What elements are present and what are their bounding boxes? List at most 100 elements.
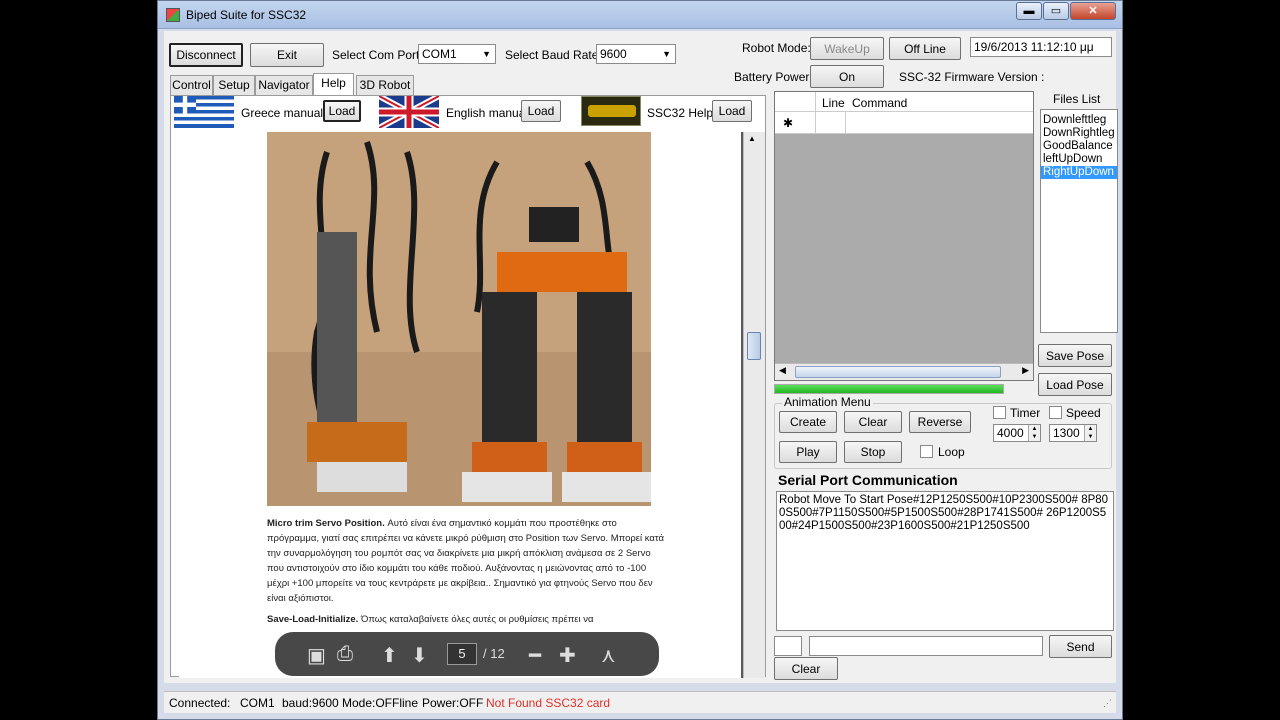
greece-manual-load-button[interactable]: Load (323, 100, 361, 122)
app-window: Biped Suite for SSC32 ▬ ▭ ✕ Disconnect E… (157, 0, 1123, 720)
status-error: Not Found SSC32 card (486, 696, 611, 710)
ssc32-logo-icon (581, 96, 641, 126)
resize-grip-icon[interactable]: ⋰ (1103, 698, 1112, 709)
grid-hscrollbar[interactable]: ◀ ▶ (775, 363, 1033, 380)
exit-button[interactable]: Exit (250, 43, 324, 67)
save-pose-button[interactable]: Save Pose (1038, 344, 1112, 367)
english-manual-load-button[interactable]: Load (521, 100, 561, 122)
files-list-label: Files List (1053, 92, 1101, 106)
grid-new-row[interactable]: ✱ (775, 112, 1033, 134)
offline-button[interactable]: Off Line (889, 37, 961, 60)
zoom-out-icon[interactable]: ━ (529, 643, 541, 668)
scroll-right-icon[interactable]: ▶ (1022, 365, 1029, 376)
battery-on-button[interactable]: On (810, 65, 884, 88)
serial-channel-input[interactable] (774, 636, 802, 656)
serial-log[interactable]: Robot Move To Start Pose#12P1250S500#10P… (776, 491, 1114, 631)
command-grid[interactable]: Line Command ✱ ◀ ▶ (774, 91, 1034, 381)
status-bar: Connected: COM1 baud:9600 Mode:OFFline P… (164, 691, 1116, 713)
save-icon[interactable]: ▣ (307, 643, 326, 668)
pdf-scrollbar[interactable]: ▲ (743, 132, 765, 678)
timer-checkbox[interactable] (993, 406, 1006, 419)
battery-power-label: Battery Power: (734, 70, 813, 84)
status-port: COM1 (240, 696, 275, 710)
doc-paragraph-micro-trim: Αυτό είναι ένα σημαντικό κομμάτι που προ… (267, 518, 665, 604)
loop-label: Loop (938, 445, 965, 459)
stop-button[interactable]: Stop (844, 441, 902, 463)
serial-command-input[interactable] (809, 636, 1043, 656)
serial-port-label: Serial Port Communication (778, 472, 958, 488)
print-icon[interactable]: ⎙ (337, 643, 353, 666)
baud-rate-select[interactable]: 9600 ▼ (596, 44, 676, 64)
firmware-version-label: SSC-32 Firmware Version : (899, 70, 1045, 84)
pdf-viewer[interactable]: Micro trim Servo Position. Αυτό είναι έν… (179, 132, 765, 678)
hscroll-thumb[interactable] (795, 366, 1001, 378)
com-port-label: Select Com Port: (332, 48, 423, 62)
speed-stepper[interactable]: 1300 ▲ ▼ (1049, 424, 1097, 442)
scroll-up-icon[interactable]: ▲ (748, 134, 756, 143)
clear-serial-button[interactable]: Clear (774, 657, 838, 680)
window-title: Biped Suite for SSC32 (186, 8, 307, 22)
load-pose-button[interactable]: Load Pose (1038, 373, 1112, 396)
col-command-header: Command (852, 96, 908, 110)
stepper-arrows-icon[interactable]: ▲ ▼ (1028, 425, 1040, 441)
tab-navigator[interactable]: Navigator (255, 75, 313, 95)
timer-label: Timer (1010, 406, 1041, 420)
stepper-arrows-icon[interactable]: ▲ ▼ (1084, 425, 1096, 441)
scrollbar-thumb[interactable] (747, 332, 761, 360)
tab-3d-robot[interactable]: 3D Robot (356, 75, 414, 95)
tab-setup[interactable]: Setup (213, 75, 255, 95)
status-baud: baud:9600 (282, 696, 339, 710)
tab-help[interactable]: Help (313, 73, 354, 95)
doc-paragraph-save-load: Όπως καταλαβαίνετε όλες αυτές οι ρυθμίσε… (358, 614, 594, 625)
file-item[interactable]: leftUpDown (1041, 153, 1117, 166)
page-total: / 12 (483, 646, 505, 661)
ssc32-help-label: SSC32 Help (647, 106, 714, 120)
progress-bar (774, 384, 1004, 394)
com-port-select[interactable]: COM1 ▼ (418, 44, 496, 64)
disconnect-button[interactable]: Disconnect (169, 43, 243, 67)
speed-checkbox[interactable] (1049, 406, 1062, 419)
com-port-value: COM1 (422, 47, 457, 61)
greece-manual-label: Greece manual (241, 106, 324, 120)
chevron-down-icon: ▼ (482, 49, 491, 59)
reverse-button[interactable]: Reverse (909, 411, 971, 433)
timer-stepper[interactable]: 4000 ▲ ▼ (993, 424, 1041, 442)
arrow-up-icon[interactable]: ⬆ (381, 643, 398, 668)
title-bar: Biped Suite for SSC32 ▬ ▭ ✕ (158, 1, 1122, 29)
file-item-selected[interactable]: RightUpDown (1041, 166, 1117, 179)
status-mode: Mode:OFFline (342, 696, 419, 710)
minimize-button[interactable]: ▬ (1016, 2, 1042, 20)
pdf-toolbar: ▣ ⎙ ⬆ ⬇ 5 / 12 ━ ✚ ⋏ (275, 632, 659, 676)
speed-value: 1300 (1053, 426, 1080, 440)
status-connected: Connected: (169, 696, 231, 710)
ssc32-help-load-button[interactable]: Load (712, 100, 752, 122)
file-item[interactable]: Downlefttleg (1041, 114, 1117, 127)
doc-heading-micro-trim: Micro trim Servo Position. (267, 518, 385, 529)
page-number-input[interactable]: 5 (447, 643, 477, 665)
new-row-icon: ✱ (783, 116, 794, 130)
clear-animation-button[interactable]: Clear (844, 411, 902, 433)
help-panel: Greece manual Load English manual Load S… (170, 95, 766, 678)
biped-robot-image (267, 132, 652, 506)
zoom-in-icon[interactable]: ✚ (559, 643, 576, 668)
create-button[interactable]: Create (779, 411, 837, 433)
acrobat-icon[interactable]: ⋏ (601, 643, 616, 668)
close-button[interactable]: ✕ (1070, 2, 1116, 20)
wakeup-button[interactable]: WakeUp (810, 37, 884, 60)
arrow-down-icon[interactable]: ⬇ (411, 643, 428, 668)
maximize-button[interactable]: ▭ (1043, 2, 1069, 20)
loop-checkbox[interactable] (920, 445, 933, 458)
client-area: Disconnect Exit Select Com Port: COM1 ▼ … (164, 31, 1118, 683)
animation-menu-label: Animation Menu (782, 395, 873, 409)
file-item[interactable]: DownRightleg (1041, 127, 1117, 140)
baud-rate-value: 9600 (600, 47, 627, 61)
col-line-header: Line (822, 96, 845, 110)
tab-control[interactable]: Control (170, 75, 213, 95)
play-button[interactable]: Play (779, 441, 837, 463)
speed-label: Speed (1066, 406, 1101, 420)
files-list[interactable]: Downlefttleg DownRightleg GoodBalance le… (1040, 109, 1118, 333)
send-button[interactable]: Send (1049, 635, 1112, 658)
uk-flag-icon (379, 96, 439, 128)
scroll-left-icon[interactable]: ◀ (779, 365, 786, 376)
file-item[interactable]: GoodBalance (1041, 140, 1117, 153)
